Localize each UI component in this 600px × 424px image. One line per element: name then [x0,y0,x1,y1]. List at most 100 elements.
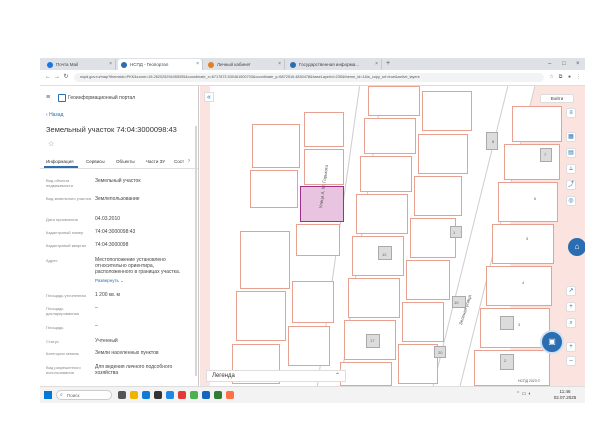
field-label: Площадь декларированная [46,306,79,316]
land-plot[interactable] [492,224,554,264]
tab-close-icon[interactable]: × [109,59,112,70]
plot-number: 2 [504,358,507,363]
print-icon[interactable]: ▤ [566,148,576,158]
land-plot[interactable] [418,134,468,174]
land-plot[interactable] [512,106,562,142]
address-value: Местоположение установлено относительно … [95,257,181,275]
tab-objects[interactable]: Объекты [116,159,135,164]
cadastral-quarter-value[interactable]: 74:04:3000098 [95,242,190,248]
tab-close-icon[interactable]: × [196,59,199,70]
clock[interactable]: 11:46 02.07.2025 [550,389,580,401]
yandex-icon[interactable] [178,391,186,399]
cadastral-number-value[interactable]: 74:04:3000098:43 [95,229,190,235]
back-button[interactable]: ‹ Назад [46,112,63,118]
land-plot[interactable] [296,224,340,256]
tab-close-icon[interactable]: × [278,59,281,70]
land-plot[interactable] [368,86,420,116]
new-tab-button[interactable]: + [386,58,390,70]
word-icon[interactable] [202,391,210,399]
land-plot[interactable] [348,278,400,318]
windows-start-icon[interactable] [44,391,52,399]
star-icon[interactable]: ☆ [548,73,555,82]
collapse-panel-button[interactable]: « [204,92,214,102]
plot-number: 3 [518,322,521,327]
zoom-out-button[interactable]: – [566,356,576,366]
land-plot[interactable] [250,170,298,208]
chrome-icon[interactable] [190,391,198,399]
map-canvas[interactable]: 8 7 6 5 4 3 2 12 10 17 20 1 Улица А. М. … [200,86,585,386]
land-plot[interactable] [364,118,416,154]
app-icon[interactable] [226,391,234,399]
mail-icon[interactable] [166,391,174,399]
tab-cabinet[interactable]: Личный кабинет × [205,59,285,70]
tab-services[interactable]: Сервисы [86,159,105,164]
explorer-icon[interactable] [130,391,138,399]
land-plot[interactable] [486,266,552,306]
address-bar[interactable]: nspd.gov.ru/map?thematic=PKK&zoom=18.262… [74,73,544,82]
profile-icon[interactable]: ● [566,73,573,82]
tabs-scroll-right-icon[interactable]: › [188,158,190,164]
land-plot[interactable] [236,291,286,341]
hamburger-menu-icon[interactable]: ≡ [46,94,50,101]
tab-mail[interactable]: Почта Mail × [44,59,116,70]
compass-icon[interactable]: ↗ [566,286,576,296]
taskbar-search-box[interactable]: ⌕ Поиск [56,390,112,400]
legend-bar[interactable]: Легенда ⌃ [206,370,346,382]
land-plot[interactable] [498,182,558,222]
tab-info[interactable]: Информация [46,159,74,164]
land-plot[interactable] [406,260,450,300]
chat-support-button[interactable]: ▣ [540,330,564,354]
forward-arrow-icon[interactable]: → [53,73,61,82]
field-label: Кадастровый номер [46,230,84,235]
land-plot[interactable] [422,91,472,131]
panel-scrollbar[interactable] [195,126,197,376]
object-info-panel: ≡ Геоинформационный портал ‹ Назад Земел… [40,86,199,386]
geolocation-icon[interactable]: ◎ [566,196,576,206]
back-arrow-icon[interactable]: ← [44,73,52,82]
land-plot[interactable] [356,194,408,234]
taskview-icon[interactable] [118,391,126,399]
share-icon[interactable]: ⤴ [566,180,576,190]
tab-composition[interactable]: Сост [174,159,184,164]
ruler-icon[interactable]: ⟂ [566,164,576,174]
maximize-icon[interactable]: □ [562,58,566,70]
extensions-icon[interactable]: ⧉ [557,73,564,82]
land-plot[interactable] [288,326,330,366]
tab-gosinfo[interactable]: Государственная информа... × [287,59,382,70]
menu-dots-icon[interactable]: ⋮ [575,73,582,82]
minimize-icon[interactable]: – [548,58,551,70]
zoom-in-icon[interactable]: + [566,302,576,312]
land-plot[interactable] [240,231,290,289]
land-plot[interactable] [414,176,462,216]
layers-icon[interactable]: ≡ [566,108,576,118]
expand-address-link[interactable]: Развернуть ⌄ [95,278,124,284]
tab-nspd[interactable]: НСПД - Геопортал × [118,59,203,70]
reload-icon[interactable]: ↻ [62,73,70,82]
favorite-star-icon[interactable]: ☆ [48,140,54,148]
login-button[interactable]: Войти [540,94,574,103]
field-label: Дата присвоения [46,217,78,222]
tab-close-icon[interactable]: × [375,59,378,70]
land-plot[interactable] [292,281,334,323]
land-plot[interactable] [410,218,456,258]
plot-number: 1 [453,230,456,235]
land-plot[interactable] [398,344,438,384]
tray-icons[interactable]: ⌃ ▭ ◖ [516,391,531,397]
excel-icon[interactable] [214,391,222,399]
land-plot[interactable] [360,156,412,192]
field-label: Площадь уточненная [46,293,86,298]
map-tools-button[interactable]: ⌂ [568,238,585,256]
edge-icon[interactable] [142,391,150,399]
field-value: – [95,305,98,311]
tab-parts[interactable]: Части ЗУ [146,159,165,164]
mail-favicon-icon [47,62,53,68]
land-plot[interactable] [340,362,392,386]
window-close-icon[interactable]: × [576,58,580,70]
zoom-in-button[interactable]: + [566,342,576,352]
land-plot[interactable] [304,112,344,147]
basemap-icon[interactable]: ▦ [566,132,576,142]
land-plot[interactable] [252,124,300,168]
store-icon[interactable] [154,391,162,399]
search-map-icon[interactable]: ⌕ [566,318,576,328]
land-plot[interactable] [402,302,444,342]
